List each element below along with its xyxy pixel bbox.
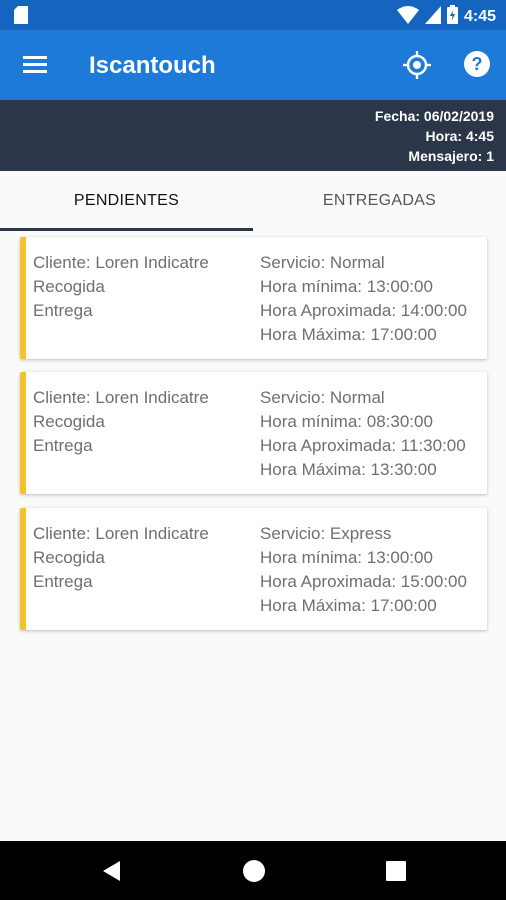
- order-hora-minima: Hora mínima: 13:00:00: [260, 548, 433, 567]
- info-bar: Fecha: 06/02/2019 Hora: 4:45 Mensajero: …: [0, 100, 506, 171]
- order-servicio: Servicio: Normal: [260, 388, 385, 407]
- order-card[interactable]: Cliente: Loren Indicatre Recogida Entreg…: [20, 372, 487, 494]
- order-list: Cliente: Loren Indicatre Recogida Entreg…: [0, 231, 506, 841]
- order-left-column: Cliente: Loren Indicatre Recogida Entreg…: [33, 522, 209, 594]
- order-cliente: Cliente: Loren Indicatre: [33, 253, 209, 272]
- order-right-column: Servicio: Normal Hora mínima: 08:30:00 H…: [260, 386, 466, 482]
- help-icon[interactable]: ?: [463, 50, 491, 78]
- info-hora: Hora: 4:45: [425, 128, 494, 144]
- order-hora-aproximada: Hora Aproximada: 11:30:00: [260, 436, 466, 455]
- wifi-icon: [396, 5, 419, 29]
- order-hora-minima: Hora mínima: 13:00:00: [260, 277, 433, 296]
- order-servicio: Servicio: Express: [260, 524, 392, 543]
- order-hora-maxima: Hora Máxima: 17:00:00: [260, 325, 437, 344]
- order-recogida: Recogida: [33, 277, 105, 296]
- order-hora-maxima: Hora Máxima: 17:00:00: [260, 596, 437, 615]
- cell-signal-icon: [424, 5, 441, 29]
- svg-text:?: ?: [472, 54, 483, 74]
- status-bar: 4:45: [0, 0, 506, 30]
- battery-icon: [446, 5, 458, 29]
- system-nav-bar: [0, 841, 506, 900]
- order-left-column: Cliente: Loren Indicatre Recogida Entreg…: [33, 251, 209, 323]
- order-cliente: Cliente: Loren Indicatre: [33, 388, 209, 407]
- app-bar: Iscantouch ?: [0, 30, 506, 100]
- order-entrega: Entrega: [33, 301, 93, 320]
- order-right-column: Servicio: Express Hora mínima: 13:00:00 …: [260, 522, 467, 618]
- order-entrega: Entrega: [33, 436, 93, 455]
- order-left-column: Cliente: Loren Indicatre Recogida Entreg…: [33, 386, 209, 458]
- back-icon[interactable]: [100, 859, 124, 883]
- order-right-column: Servicio: Normal Hora mínima: 13:00:00 H…: [260, 251, 467, 347]
- status-time: 4:45: [463, 8, 496, 25]
- order-hora-aproximada: Hora Aproximada: 14:00:00: [260, 301, 467, 320]
- tab-entregadas[interactable]: ENTREGADAS: [253, 171, 506, 231]
- order-hora-maxima: Hora Máxima: 13:30:00: [260, 460, 437, 479]
- menu-icon[interactable]: [20, 51, 50, 79]
- app-title: Iscantouch: [89, 52, 216, 79]
- order-card[interactable]: Cliente: Loren Indicatre Recogida Entreg…: [20, 508, 487, 630]
- order-hora-aproximada: Hora Aproximada: 15:00:00: [260, 572, 467, 591]
- tab-bar: PENDIENTES ENTREGADAS: [0, 171, 506, 231]
- info-fecha: Fecha: 06/02/2019: [374, 108, 494, 124]
- order-recogida: Recogida: [33, 412, 105, 431]
- recent-apps-icon[interactable]: [385, 860, 407, 882]
- tab-pendientes[interactable]: PENDIENTES: [0, 171, 253, 231]
- info-mensajero: Mensajero: 1: [408, 148, 494, 164]
- order-servicio: Servicio: Normal: [260, 253, 385, 272]
- sd-card-icon: [14, 6, 28, 29]
- order-recogida: Recogida: [33, 548, 105, 567]
- order-hora-minima: Hora mínima: 08:30:00: [260, 412, 433, 431]
- order-cliente: Cliente: Loren Indicatre: [33, 524, 209, 543]
- order-card[interactable]: Cliente: Loren Indicatre Recogida Entreg…: [20, 237, 487, 359]
- home-icon[interactable]: [242, 859, 266, 883]
- location-icon[interactable]: [402, 50, 432, 80]
- status-icons: 4:45: [396, 5, 496, 29]
- order-entrega: Entrega: [33, 572, 93, 591]
